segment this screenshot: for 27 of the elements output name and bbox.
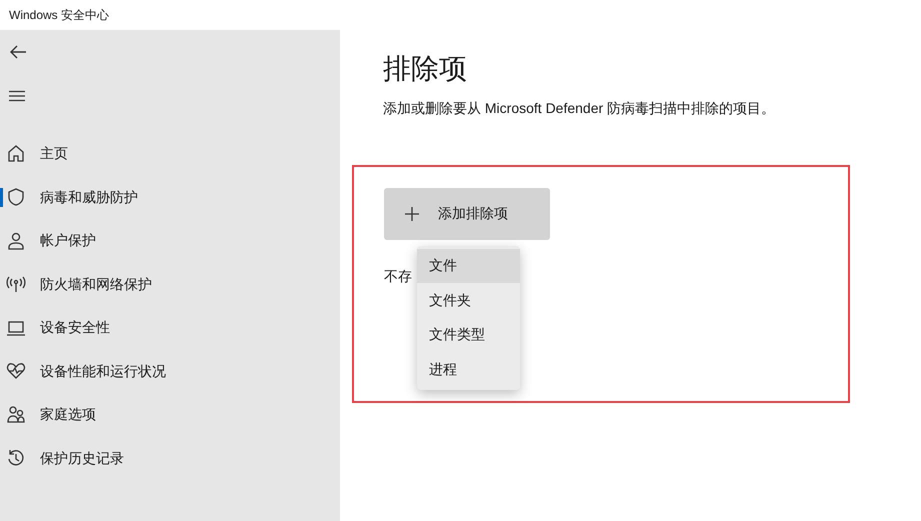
- menu-item[interactable]: 文件: [417, 248, 520, 284]
- sidebar-item[interactable]: 主页: [0, 132, 340, 176]
- sidebar-item[interactable]: 家庭选项: [0, 393, 340, 436]
- sidebar-item[interactable]: 保护历史记录: [0, 436, 340, 480]
- history-icon: [6, 448, 26, 468]
- page-description: 添加或删除要从 Microsoft Defender 防病毒扫描中排除的项目。: [383, 98, 776, 118]
- home-icon: [6, 144, 26, 164]
- menu-item[interactable]: 进程: [417, 352, 520, 387]
- window-title: Windows 安全中心: [9, 7, 110, 24]
- back-arrow-icon: [8, 44, 28, 60]
- menu-icon: [8, 90, 26, 102]
- empty-text: 不存: [384, 266, 412, 286]
- plus-icon: [404, 206, 420, 222]
- person-icon: [6, 230, 26, 251]
- people-icon: [6, 404, 26, 425]
- sidebar-item[interactable]: 病毒和威胁防护: [0, 176, 340, 219]
- sidebar-item[interactable]: 帐户保护: [0, 219, 340, 262]
- shield-icon: [6, 187, 26, 208]
- page-title: 排除项: [383, 52, 468, 86]
- sidebar-item[interactable]: 设备安全性: [0, 306, 340, 350]
- menu-item[interactable]: 文件类型: [417, 318, 520, 352]
- menu-item[interactable]: 文件夹: [417, 283, 520, 318]
- sidebar-item[interactable]: 设备性能和运行状况: [0, 350, 340, 393]
- antenna-icon: [6, 274, 26, 294]
- sidebar-item[interactable]: 防火墙和网络保护: [0, 262, 340, 306]
- heart-pulse-icon: [6, 361, 26, 382]
- add-exclusion-button[interactable]: 添加排除项: [384, 188, 550, 240]
